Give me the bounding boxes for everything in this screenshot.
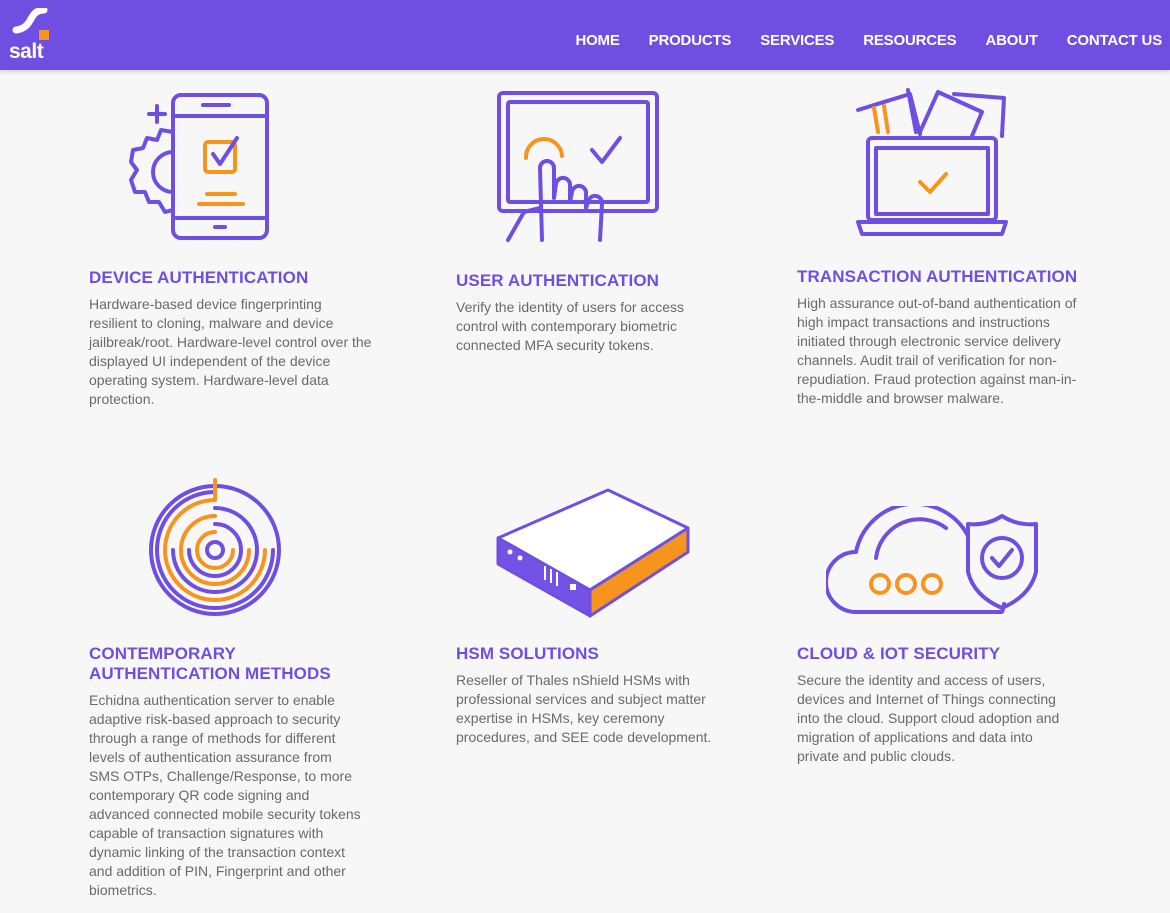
feature-description: High assurance out-of-band authenticatio… xyxy=(797,295,1077,406)
touchscreen-tap-icon xyxy=(497,91,659,242)
nav-services[interactable]: SERVICES xyxy=(760,32,834,49)
nav-resources[interactable]: RESOURCES xyxy=(863,32,956,49)
feature-title: USER AUTHENTICATION xyxy=(456,271,660,290)
feature-title: DEVICE AUTHENTICATION xyxy=(89,268,309,287)
feature-description: Echidna authentication server to enable … xyxy=(89,692,361,898)
main-nav: HOME PRODUCTS SERVICES RESOURCES ABOUT C… xyxy=(546,32,1162,49)
top-navigation-bar: salt HOME PRODUCTS SERVICES RESOURCES AB… xyxy=(0,0,1170,70)
feature-title: TRANSACTION AUTHENTICATION xyxy=(797,267,1078,286)
laptop-payment-icon xyxy=(856,88,1008,236)
nav-home[interactable]: HOME xyxy=(575,32,619,49)
feature-title: CONTEMPORARY AUTHENTICATION METHODS xyxy=(89,644,331,683)
feature-description: Reseller of Thales nShield HSMs with pro… xyxy=(456,672,712,745)
feature-description: Secure the identity and access of users,… xyxy=(797,672,1060,764)
feature-title: CLOUD & IOT SECURITY xyxy=(797,644,1001,663)
maze-icon xyxy=(149,478,281,616)
nav-about[interactable]: ABOUT xyxy=(985,32,1038,49)
feature-description: Verify the identity of users for access … xyxy=(456,299,684,353)
salt-logo-text: salt xyxy=(9,40,44,63)
feature-title: HSM SOLUTIONS xyxy=(456,644,599,663)
mobile-device-check-icon xyxy=(129,93,269,240)
hsm-appliance-icon xyxy=(496,488,690,618)
nav-contact-us[interactable]: CONTACT US xyxy=(1067,32,1162,49)
salt-logo-mark xyxy=(12,8,49,40)
cloud-shield-icon xyxy=(826,506,1038,614)
nav-products[interactable]: PRODUCTS xyxy=(649,32,732,49)
salt-logo[interactable]: salt xyxy=(8,8,52,63)
feature-description: Hardware-based device fingerprinting res… xyxy=(89,296,372,407)
